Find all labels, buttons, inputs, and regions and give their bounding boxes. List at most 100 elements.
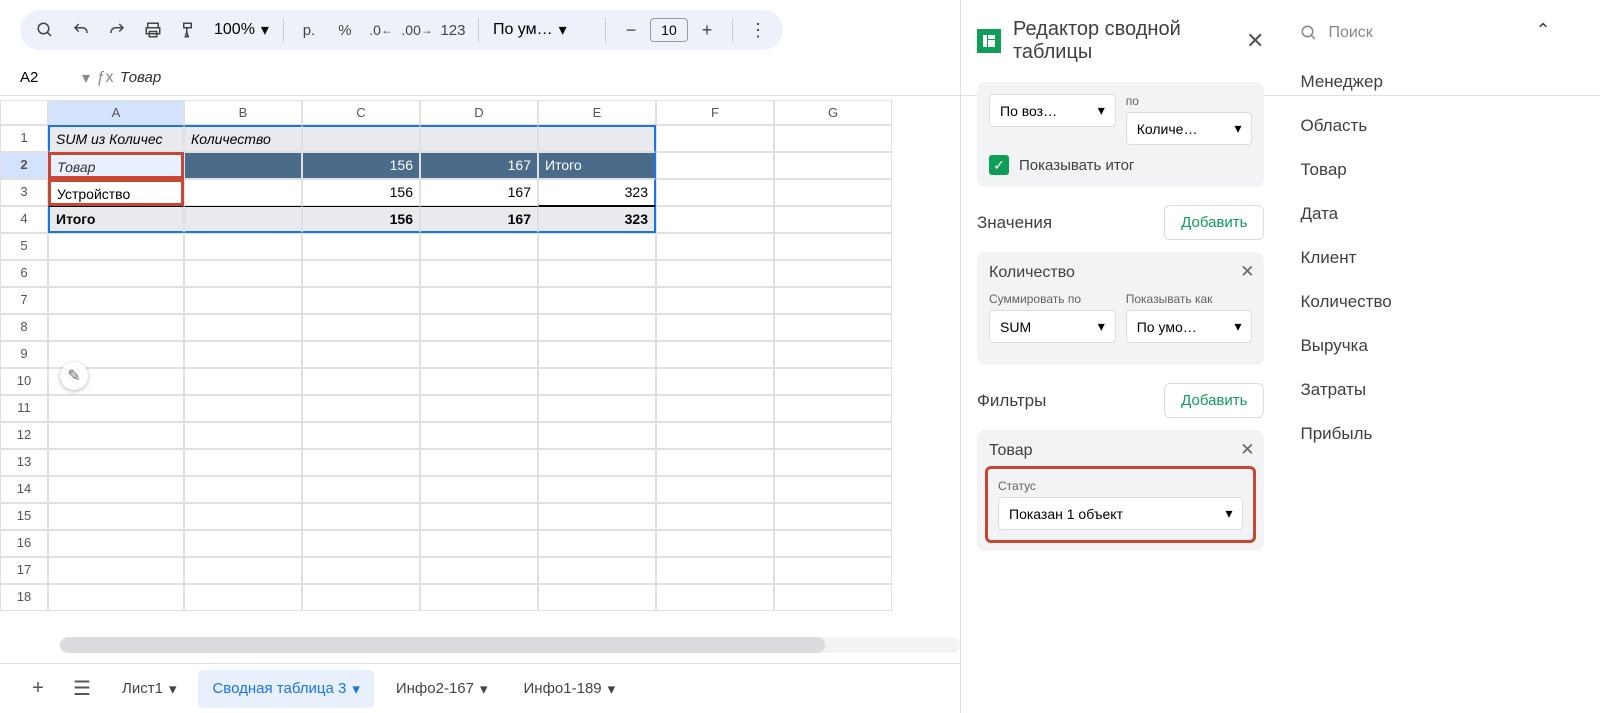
row-header[interactable]: 16: [0, 530, 48, 557]
cell[interactable]: Итого: [538, 152, 656, 179]
name-box-chevron-icon[interactable]: ▾: [82, 68, 90, 88]
cell[interactable]: [774, 206, 892, 233]
sort-by-dropdown[interactable]: Количе…▾: [1126, 112, 1253, 145]
cell[interactable]: 167: [420, 179, 538, 206]
currency-button[interactable]: р.: [292, 13, 326, 47]
print-icon[interactable]: [136, 13, 170, 47]
cell[interactable]: 156: [302, 152, 420, 179]
cell[interactable]: [420, 125, 538, 152]
field-item[interactable]: Клиент: [1300, 236, 1580, 280]
row-header[interactable]: 1: [0, 125, 48, 152]
increase-decimal-icon[interactable]: .00→: [400, 13, 434, 47]
cell[interactable]: 156: [302, 179, 420, 206]
col-header[interactable]: C: [302, 100, 420, 125]
show-as-dropdown[interactable]: По умо…▾: [1126, 310, 1253, 343]
zoom-dropdown[interactable]: 100%▾: [208, 20, 275, 40]
horizontal-scrollbar[interactable]: [60, 637, 960, 653]
cell[interactable]: [184, 152, 302, 179]
field-item[interactable]: Затраты: [1300, 368, 1580, 412]
cell[interactable]: [656, 125, 774, 152]
row-header[interactable]: 17: [0, 557, 48, 584]
cell[interactable]: [184, 179, 302, 206]
field-item[interactable]: Дата: [1300, 192, 1580, 236]
row-header[interactable]: 13: [0, 449, 48, 476]
row-header[interactable]: 3: [0, 179, 48, 206]
sheet-tab[interactable]: Лист1▾: [108, 670, 190, 708]
row-header[interactable]: 4: [0, 206, 48, 233]
cell[interactable]: 323: [538, 179, 656, 206]
add-filter-button[interactable]: Добавить: [1164, 383, 1264, 418]
cell-a2[interactable]: Товар: [48, 152, 184, 179]
row-header[interactable]: 14: [0, 476, 48, 503]
decrease-decimal-icon[interactable]: .0←: [364, 13, 398, 47]
add-value-button[interactable]: Добавить: [1164, 205, 1264, 240]
summarize-dropdown[interactable]: SUM▾: [989, 310, 1116, 343]
cell[interactable]: [656, 179, 774, 206]
cell[interactable]: [184, 206, 302, 233]
name-box[interactable]: A2: [12, 65, 82, 90]
show-total-checkbox[interactable]: ✓Показывать итог: [989, 155, 1252, 175]
percent-button[interactable]: %: [328, 13, 362, 47]
col-header[interactable]: A: [48, 100, 184, 125]
sheet-tab-active[interactable]: Сводная таблица 3▾: [198, 670, 373, 708]
sort-order-dropdown[interactable]: По воз…▾: [989, 94, 1116, 127]
row-header[interactable]: 9: [0, 341, 48, 368]
remove-value-icon[interactable]: ✕: [1240, 262, 1254, 282]
redo-icon[interactable]: [100, 13, 134, 47]
cell[interactable]: Итого: [48, 206, 184, 233]
cell[interactable]: Количество: [184, 125, 302, 152]
field-item[interactable]: Область: [1300, 104, 1580, 148]
cell[interactable]: 323: [538, 206, 656, 233]
row-header[interactable]: 12: [0, 422, 48, 449]
cell[interactable]: [538, 125, 656, 152]
row-header[interactable]: 5: [0, 233, 48, 260]
cell[interactable]: SUM из Количес: [48, 125, 184, 152]
formula-bar[interactable]: Товар: [120, 69, 161, 86]
row-header[interactable]: 15: [0, 503, 48, 530]
col-header[interactable]: B: [184, 100, 302, 125]
cell[interactable]: [774, 125, 892, 152]
add-sheet-icon[interactable]: +: [20, 671, 56, 707]
font-size-input[interactable]: 10: [650, 18, 688, 42]
cell[interactable]: [774, 152, 892, 179]
cell-a3[interactable]: Устройство: [48, 179, 184, 206]
number-format-button[interactable]: 123: [436, 13, 470, 47]
row-header[interactable]: 11: [0, 395, 48, 422]
close-icon[interactable]: ✕: [1246, 28, 1264, 54]
col-header[interactable]: G: [774, 100, 892, 125]
remove-filter-icon[interactable]: ✕: [1240, 440, 1254, 460]
col-header[interactable]: D: [420, 100, 538, 125]
row-header[interactable]: 18: [0, 584, 48, 611]
cell[interactable]: [302, 125, 420, 152]
cell[interactable]: [656, 152, 774, 179]
field-item[interactable]: Менеджер: [1300, 60, 1580, 104]
cell[interactable]: 156: [302, 206, 420, 233]
more-icon[interactable]: ⋮: [741, 13, 775, 47]
undo-icon[interactable]: [64, 13, 98, 47]
filter-status-dropdown[interactable]: Показан 1 объект▾: [998, 497, 1243, 530]
row-header[interactable]: 6: [0, 260, 48, 287]
col-header[interactable]: E: [538, 100, 656, 125]
cell[interactable]: 167: [420, 152, 538, 179]
row-header[interactable]: 7: [0, 287, 48, 314]
field-item[interactable]: Количество: [1300, 280, 1580, 324]
row-header[interactable]: 10: [0, 368, 48, 395]
row-header[interactable]: 8: [0, 314, 48, 341]
cell[interactable]: [774, 179, 892, 206]
col-header[interactable]: F: [656, 100, 774, 125]
spreadsheet-grid[interactable]: A B C D E F G 1 SUM из Количес Количеств…: [0, 100, 960, 611]
field-item[interactable]: Прибыль: [1300, 412, 1580, 456]
sheet-tab[interactable]: Инфо1-189▾: [510, 670, 630, 708]
field-search[interactable]: Поиск: [1300, 18, 1580, 60]
edit-pencil-icon[interactable]: ✎: [60, 362, 88, 390]
all-sheets-icon[interactable]: ☰: [64, 671, 100, 707]
field-item[interactable]: Выручка: [1300, 324, 1580, 368]
field-item[interactable]: Товар: [1300, 148, 1580, 192]
font-dropdown[interactable]: По ум…▾: [487, 20, 597, 40]
decrease-font-icon[interactable]: −: [614, 13, 648, 47]
paint-format-icon[interactable]: [172, 13, 206, 47]
increase-font-icon[interactable]: +: [690, 13, 724, 47]
search-icon[interactable]: [28, 13, 62, 47]
sheet-tab[interactable]: Инфо2-167▾: [382, 670, 502, 708]
cell[interactable]: [656, 206, 774, 233]
